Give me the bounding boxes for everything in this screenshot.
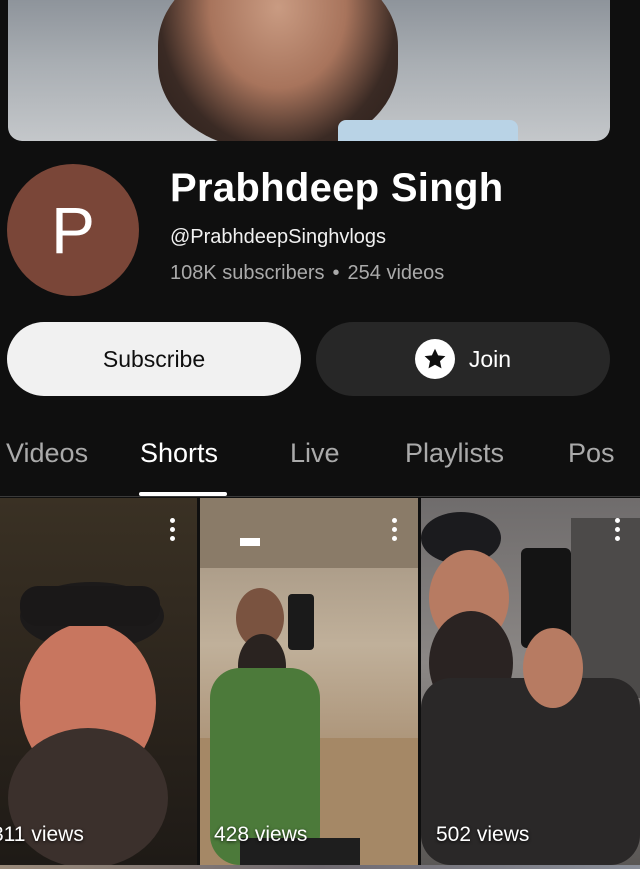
channel-stats: 108K subscribers • 254 videos (170, 262, 444, 285)
more-options-icon[interactable] (390, 518, 398, 541)
channel-name: Prabhdeep Singh (170, 166, 504, 210)
video-count: 254 videos (347, 262, 445, 284)
short-thumbnail[interactable]: 428 views (200, 498, 418, 865)
short-views: 311 views (0, 823, 84, 846)
channel-avatar[interactable]: P (7, 164, 139, 296)
short-person-image (8, 582, 168, 865)
short-thumbnail[interactable]: 502 views (421, 498, 640, 865)
short-views: 428 views (214, 823, 308, 846)
more-options-icon[interactable] (613, 518, 621, 541)
short-thumbnail[interactable]: 311 views (0, 498, 197, 865)
short-person-image (200, 498, 418, 865)
tabs-divider (0, 496, 640, 497)
join-button[interactable]: Join (316, 322, 610, 396)
banner-shirt (338, 120, 518, 141)
tab-videos[interactable]: Videos (6, 438, 88, 469)
subscribe-button[interactable]: Subscribe (7, 322, 301, 396)
stats-separator: • (332, 262, 340, 284)
subscriber-count: 108K subscribers (170, 262, 325, 284)
short-person-image (421, 512, 640, 865)
join-label: Join (468, 345, 512, 372)
short-views: 502 views (436, 823, 530, 846)
more-options-icon[interactable] (168, 518, 176, 541)
channel-banner (8, 0, 610, 141)
channel-tabs: Videos Shorts Live Playlists Pos (0, 438, 640, 496)
tab-playlists[interactable]: Playlists (405, 438, 504, 469)
shorts-grid: 311 views 428 views 502 views (0, 498, 640, 865)
next-row-peek (0, 865, 640, 869)
tab-shorts[interactable]: Shorts (140, 438, 218, 469)
channel-handle[interactable]: @PrabhdeepSinghvlogs (170, 226, 386, 249)
star-icon (414, 339, 455, 379)
subscribe-label: Subscribe (102, 345, 206, 372)
avatar-letter: P (50, 193, 96, 267)
tab-posts[interactable]: Pos (568, 438, 615, 469)
tab-live[interactable]: Live (290, 438, 340, 469)
